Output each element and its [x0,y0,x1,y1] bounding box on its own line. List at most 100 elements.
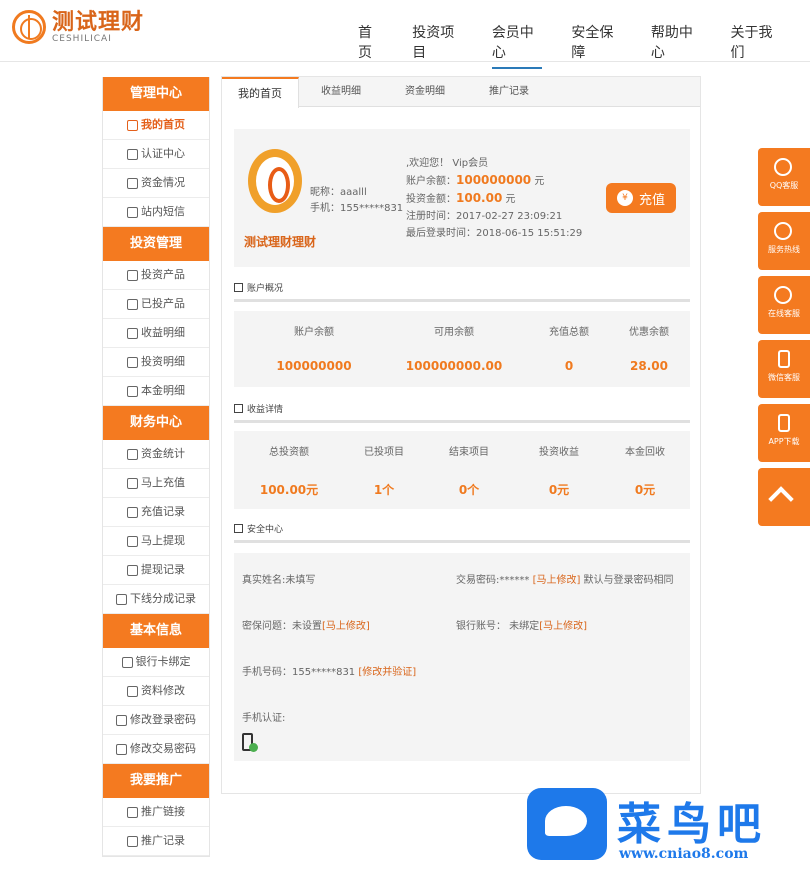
stat-value: 100000000.00 [405,359,503,373]
stat-label: 已投项目 [364,447,404,458]
sidebar-item-earnings[interactable]: 收益明细 [103,319,209,348]
back-to-top-button[interactable] [758,468,810,526]
edit-icon [127,685,138,697]
trade-pwd-row: 交易密码:****** [马上修改] 默认与登录密码相同 [456,575,674,586]
sidebar-item-bank-card[interactable]: 银行卡绑定 [103,648,209,677]
document-icon [127,564,138,576]
nav-member[interactable]: 会员中心 [491,22,543,69]
document-icon [116,593,127,605]
bar-chart-icon [127,327,138,339]
logo-title: 测试理财 [52,9,145,35]
app-download-button[interactable]: APP下载 [758,404,810,462]
balance-value: 100000000 [456,173,532,187]
sidebar-item-fund-stats[interactable]: 资金统计 [103,440,209,469]
stat-label: 本金回收 [625,447,665,458]
logo-subtitle: CESHILICAI [52,34,112,44]
tab-promo[interactable]: 推广记录 [467,77,551,106]
phone-icon [774,222,792,240]
phone-verified-icon [242,733,258,752]
sidebar-item-profile-edit[interactable]: 资料修改 [103,677,209,706]
mobile-icon [778,350,790,368]
sidebar-item-trade-pwd[interactable]: 修改交易密码 [103,735,209,764]
stat-label: 投资收益 [539,447,579,458]
bank-link[interactable]: [马上修改] [539,621,587,632]
tab-funds[interactable]: 资金明细 [383,77,467,106]
sidebar-item-messages[interactable]: 站内短信 [103,198,209,227]
register-time: 注册时间：2017-02-27 23:09:21 [406,211,563,222]
calculator-icon [127,356,138,368]
stat-value: 0个 [458,483,480,497]
tab-my-home[interactable]: 我的首页 [222,77,299,108]
trade-pwd-link[interactable]: [马上修改] [533,575,581,586]
account-overview-title: 账户概况 [234,281,283,294]
stat-label: 总投资额 [269,447,309,458]
main-panel: 我的首页 收益明细 资金明细 推广记录 测试理财理财 昵称：aaalll 手机：… [221,76,701,794]
realname-row: 真实姓名:未填写 [242,575,316,586]
question-link[interactable]: [马上修改] [322,621,370,632]
sidebar: 管理中心 我的首页 认证中心 资金情况 站内短信 投资管理 投资产品 已投产品 … [102,77,210,857]
sidebar-section-title: 投资管理 [103,227,209,261]
sidebar-item-promo-log[interactable]: 推广记录 [103,827,209,856]
document-icon [127,835,138,847]
logo-icon [12,10,46,44]
bird-logo-icon [527,788,607,860]
sidebar-item-downline[interactable]: 下线分成记录 [103,585,209,614]
sidebar-item-invest-products[interactable]: 投资产品 [103,261,209,290]
nav-safety[interactable]: 安全保障 [571,22,622,69]
sidebar-item-invested[interactable]: 已投产品 [103,290,209,319]
shield-icon [234,524,243,533]
watermark-title: 菜鸟吧 [617,799,767,850]
bar-chart-icon [234,404,243,413]
sidebar-item-recharge[interactable]: 马上充值 [103,469,209,498]
main-nav: 首页 投资项目 会员中心 安全保障 帮助中心 关于我们 [358,22,810,69]
phone: 手机：155*****831 [310,203,404,214]
sidebar-item-promo-link[interactable]: 推广链接 [103,798,209,827]
sidebar-item-login-pwd[interactable]: 修改登录密码 [103,706,209,735]
sidebar-item-my-home[interactable]: 我的首页 [103,111,209,140]
line-chart-icon [127,448,138,460]
tab-earnings[interactable]: 收益明细 [299,77,383,106]
nav-invest[interactable]: 投资项目 [412,22,463,69]
card-icon [121,656,133,668]
nav-about[interactable]: 关于我们 [730,22,781,69]
sidebar-item-principal[interactable]: 本金明细 [103,377,209,406]
chevron-up-icon [768,486,794,512]
sidebar-item-invest-detail[interactable]: 投资明细 [103,348,209,377]
withdraw-icon [127,535,138,547]
nickname: 昵称：aaalll [310,187,367,198]
link-icon [127,806,138,818]
profile-brand: 测试理财理财 [244,235,317,249]
mobile-link[interactable]: [修改并验证] [358,667,416,678]
online-service-button[interactable]: 在线客服 [758,276,810,334]
stat-label: 充值总额 [549,327,589,338]
wechat-service-button[interactable]: 微信客服 [758,340,810,398]
mobile-row: 手机号码：155*****831 [修改并验证] [242,667,417,678]
recharge-button[interactable]: ¥ 充值 [606,183,676,213]
nav-home[interactable]: 首页 [358,22,383,69]
sidebar-item-funds[interactable]: 资金情况 [103,169,209,198]
sidebar-item-withdraw[interactable]: 马上提现 [103,527,209,556]
calculator-icon [127,385,138,397]
sidebar-section-title: 我要推广 [103,764,209,798]
site-logo[interactable]: 测试理财 CESHILICAI [12,10,144,44]
watermark: 菜鸟吧 www.cniao8.com [525,788,810,871]
sidebar-item-recharge-log[interactable]: 充值记录 [103,498,209,527]
check-doc-icon [127,298,138,310]
shield-icon [116,743,127,755]
qq-service-button[interactable]: QQ客服 [758,148,810,206]
invest-row: 投资金额：100.00 元 [406,191,516,205]
nav-help[interactable]: 帮助中心 [651,22,702,69]
sidebar-item-withdraw-log[interactable]: 提现记录 [103,556,209,585]
divider [234,540,690,543]
watermark-url: www.cniao8.com [619,846,749,862]
mail-icon [127,206,138,218]
hotline-button[interactable]: 服务热线 [758,212,810,270]
profile-basic: 昵称：aaalll 手机：155*****831 [310,185,403,217]
sidebar-item-auth-center[interactable]: 认证中心 [103,140,209,169]
stat-label: 可用余额 [434,327,474,338]
balance-row: 账户余额：100000000 元 [406,173,545,187]
question-row: 密保问题：未设置[马上修改] [242,621,370,632]
shield-icon [127,148,138,160]
list-icon [234,283,243,292]
stat-value: 100000000 [276,359,352,373]
